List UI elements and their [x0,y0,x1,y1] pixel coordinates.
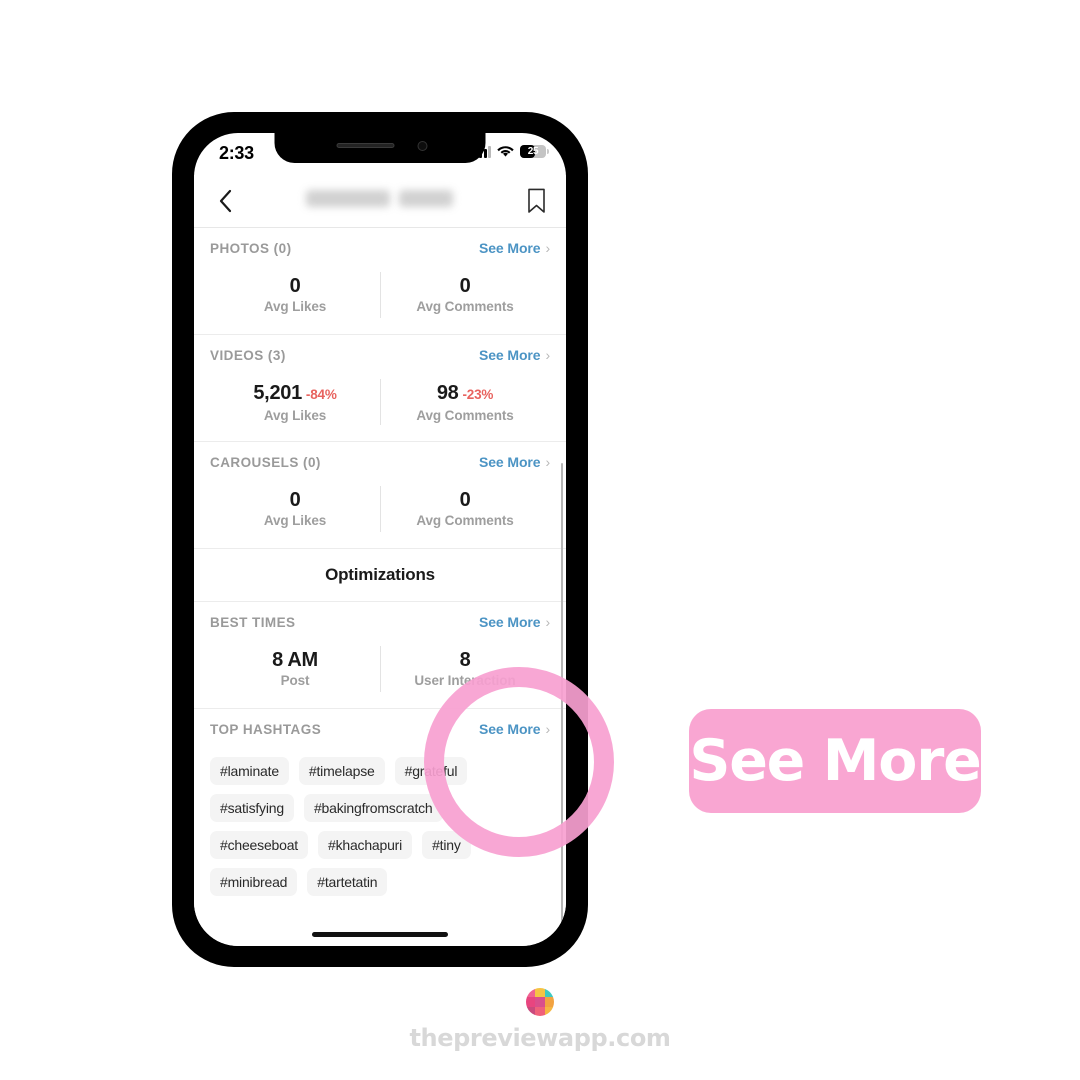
stat-avg-likes-carousels: 0 Avg Likes [210,486,380,530]
section-header-photos: PHOTOS (0) See More › [210,228,550,268]
nav-header [194,175,566,228]
front-camera-icon [417,141,428,151]
page-title [302,190,462,209]
chevron-right-icon: › [545,454,550,470]
stat-label: Avg Likes [263,408,327,423]
see-more-photos[interactable]: See More › [479,240,550,256]
stat-value: 8 [459,649,471,671]
section-carousels: CAROUSELS (0) See More › 0 Avg Likes 0 A… [194,442,566,549]
hashtag-pill[interactable]: #timelapse [298,757,385,785]
section-header-carousels: CAROUSELS (0) See More › [210,442,550,482]
hashtag-pill[interactable]: #bakingfromscratch [303,794,443,822]
status-indicators: 25 [474,145,549,158]
preview-app-logo-icon [526,988,554,1016]
hashtag-pill[interactable]: #laminate [210,757,289,785]
stat-value: 8 AM [272,649,318,671]
logo-tile [535,997,545,1007]
stats-row-photos: 0 Avg Likes 0 Avg Comments [210,268,550,334]
stat-value: 98 [436,382,459,404]
logo-tile [544,1006,554,1016]
hashtag-pill[interactable]: #minibread [210,868,298,896]
back-button[interactable] [212,188,238,214]
bookmark-icon [527,188,545,213]
section-title-top-hashtags: TOP HASHTAGS [210,721,322,737]
wifi-icon [497,146,514,157]
logo-tile [526,988,536,998]
stat-label: Avg Comments [416,408,514,423]
home-indicator [312,932,448,937]
status-time: 2:33 [219,143,254,163]
stat-value: 0 [459,489,471,511]
section-title-best-times: BEST TIMES [210,614,296,630]
section-header-videos: VIDEOS (3) See More › [210,335,550,375]
section-header-best-times: BEST TIMES See More › [210,602,550,642]
stat-label: Avg Comments [416,299,514,314]
stat-avg-comments-photos: 0 Avg Comments [380,272,550,318]
stats-row-carousels: 0 Avg Likes 0 Avg Comments [210,482,550,548]
stat-value: 0 [289,275,301,297]
annotation-highlight-circle [424,667,614,857]
see-more-label: See More [478,614,541,630]
stat-avg-comments-videos: 98 -23% Avg Comments [380,379,550,425]
chevron-right-icon: › [545,614,550,630]
optimizations-heading: Optimizations [194,549,566,602]
stat-value: 0 [459,275,471,297]
footer-watermark: thepreviewapp.com [0,988,1080,1052]
section-title-videos: VIDEOS (3) [210,347,286,363]
stat-label: Avg Likes [263,513,327,528]
footer-url-label: thepreviewapp.com [409,1024,671,1052]
stat-label: Post [280,673,310,688]
stat-delta: -84% [305,387,337,402]
stat-label: Avg Comments [416,513,514,528]
stat-avg-likes-videos: 5,201 -84% Avg Likes [210,379,380,425]
phone-notch [274,133,486,163]
logo-tile [535,988,545,998]
hashtag-pill[interactable]: #satisfying [210,794,294,822]
stat-avg-likes-photos: 0 Avg Likes [210,272,380,316]
hashtag-pill[interactable]: #tartetatin [307,868,388,896]
chevron-right-icon: › [545,347,550,363]
section-photos: PHOTOS (0) See More › 0 Avg Likes 0 Avg … [194,228,566,335]
battery-icon: 25 [520,145,549,158]
stat-label: Avg Likes [263,299,327,314]
battery-level-label: 25 [527,146,539,157]
hashtag-pill[interactable]: #cheeseboat [210,831,308,859]
stat-delta: -23% [462,387,494,402]
stat-avg-comments-carousels: 0 Avg Comments [380,486,550,532]
logo-tile [526,1006,536,1016]
hashtag-row: #minibread #tartetatin [210,868,550,896]
earpiece-speaker [336,143,395,148]
chevron-right-icon: › [545,240,550,256]
stat-best-time-post: 8 AM Post [210,646,380,690]
annotation-badge-label: See More [689,728,981,794]
stat-value: 5,201 [253,382,302,404]
see-more-carousels[interactable]: See More › [479,454,550,470]
section-title-carousels: CAROUSELS (0) [210,454,321,470]
see-more-best-times[interactable]: See More › [479,614,550,630]
logo-tile [526,997,536,1007]
chevron-left-icon [219,189,232,213]
hashtag-pill[interactable]: #khachapuri [317,831,413,859]
optimizations-label: Optimizations [325,565,435,584]
stats-row-videos: 5,201 -84% Avg Likes 98 -23% Avg Comments [210,375,550,441]
logo-tile [544,997,554,1007]
see-more-label: See More [478,454,541,470]
see-more-label: See More [478,240,541,256]
section-videos: VIDEOS (3) See More › 5,201 -84% Avg Like… [194,335,566,442]
see-more-label: See More [478,347,541,363]
stat-value: 0 [289,489,301,511]
see-more-videos[interactable]: See More › [479,347,550,363]
bookmark-button[interactable] [524,187,548,215]
annotation-see-more-badge: See More [689,709,982,813]
section-title-photos: PHOTOS (0) [210,240,292,256]
logo-tile [544,988,554,998]
logo-tile [535,1006,545,1016]
